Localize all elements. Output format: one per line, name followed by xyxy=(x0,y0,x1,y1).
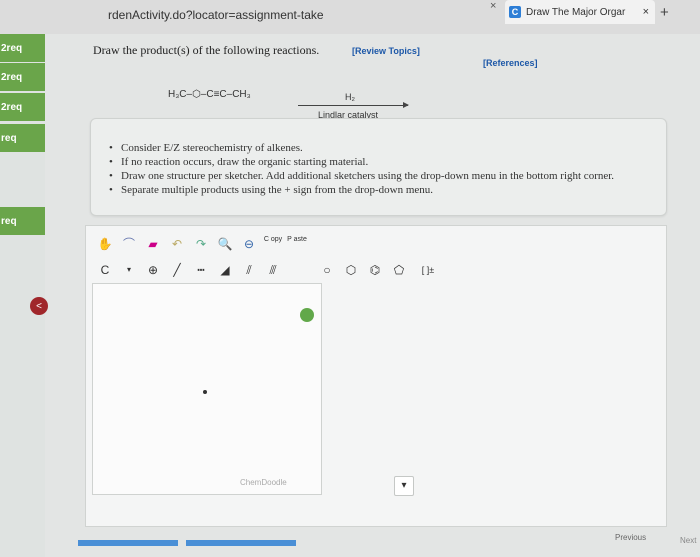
sidebar: 2req 2req 2req req req < xyxy=(0,34,48,557)
sidebar-item[interactable]: 2req xyxy=(0,34,45,62)
tab-close-icon[interactable]: × xyxy=(490,0,496,12)
sketcher-dropdown[interactable]: ▾ xyxy=(394,476,414,496)
reagent-label: H₂ xyxy=(345,92,355,102)
sidebar-item[interactable]: 2req xyxy=(0,63,45,91)
sidebar-item-label: req xyxy=(1,215,17,227)
sidebar-item-label: 2req xyxy=(1,71,23,83)
copy-button[interactable]: C opy xyxy=(263,236,283,252)
cengage-icon: C xyxy=(509,6,521,18)
sidebar-item[interactable]: 2req xyxy=(0,93,45,121)
instruction-item: Separate multiple products using the + s… xyxy=(109,183,614,197)
previous-button[interactable]: Previous xyxy=(615,533,646,542)
review-topics-link[interactable]: [Review Topics] xyxy=(352,46,420,56)
reactant-structure: H₃C–⬡–C≡C–CH₃ xyxy=(168,89,251,100)
instructions-box: Consider E/Z stereochemistry of alkenes.… xyxy=(90,118,667,216)
sketcher-toolbar-2: C ▾ ⊕ ╱ ┅ ◢ ⫽ ⫻ ○ ⬡ ⌬ ⬠ [ ]± xyxy=(95,262,447,278)
cyclopropane-icon[interactable]: ○ xyxy=(317,262,337,278)
paste-button[interactable]: P aste xyxy=(287,236,307,252)
cursor-dot xyxy=(203,390,207,394)
browser-tab[interactable]: C Draw The Major Orgar × xyxy=(505,0,655,24)
dashed-bond-icon[interactable]: ┅ xyxy=(191,262,211,278)
close-icon[interactable]: × xyxy=(643,6,649,18)
question-title: Draw the product(s) of the following rea… xyxy=(93,43,320,57)
next-button[interactable]: Next xyxy=(680,536,696,545)
triple-bond-icon[interactable]: ⫻ xyxy=(263,262,283,278)
element-button[interactable]: C xyxy=(95,262,115,278)
sketcher-toolbar: ✋ ⌒ ▰ ↶ ↷ 🔍 ⊖ C opy P aste xyxy=(95,236,311,252)
progress-bar xyxy=(186,540,296,546)
redo-icon[interactable]: ↷ xyxy=(191,236,211,252)
charge-plus-icon[interactable]: ⊕ xyxy=(143,262,163,278)
collapse-icon[interactable]: < xyxy=(30,297,48,315)
progress-bar xyxy=(78,540,178,546)
sidebar-item-label: req xyxy=(1,132,17,144)
zoom-in-icon[interactable]: 🔍 xyxy=(215,236,235,252)
instruction-item: Draw one structure per sketcher. Add add… xyxy=(109,169,614,183)
chevron-down-icon[interactable]: ▾ xyxy=(119,262,139,278)
address-bar[interactable]: rdenActivity.do?locator=assignment-take xyxy=(108,8,324,22)
instruction-item: If no reaction occurs, draw the organic … xyxy=(109,155,614,169)
zoom-out-icon[interactable]: ⊖ xyxy=(239,236,259,252)
sidebar-item-label: 2req xyxy=(1,101,23,113)
instruction-item: Consider E/Z stereochemistry of alkenes. xyxy=(109,141,614,155)
browser-toolbar: rdenActivity.do?locator=assignment-take … xyxy=(0,0,700,34)
sidebar-item[interactable]: req xyxy=(0,124,45,152)
check-icon[interactable] xyxy=(300,308,314,322)
cyclohexane-icon[interactable]: ⬡ xyxy=(341,262,361,278)
chemdoodle-watermark: ChemDoodle xyxy=(240,478,287,487)
benzene-icon[interactable]: ⌬ xyxy=(365,262,385,278)
new-tab-button[interactable]: + xyxy=(660,4,669,21)
sidebar-item-label: 2req xyxy=(1,42,23,54)
double-bond-icon[interactable]: ⫽ xyxy=(239,262,259,278)
undo-icon[interactable]: ↶ xyxy=(167,236,187,252)
hand-icon[interactable]: ✋ xyxy=(95,236,115,252)
single-bond-icon[interactable]: ╱ xyxy=(167,262,187,278)
eraser-icon[interactable]: ▰ xyxy=(143,236,163,252)
lasso-icon[interactable]: ⌒ xyxy=(119,236,139,252)
charge-bracket-icon[interactable]: [ ]± xyxy=(413,262,443,278)
references-link[interactable]: [References] xyxy=(483,58,538,68)
reaction-arrow xyxy=(298,102,409,108)
ring-dropdown-icon[interactable]: ⬠ xyxy=(389,262,409,278)
drawing-canvas[interactable] xyxy=(92,283,322,495)
tab-title: Draw The Major Orgar xyxy=(526,6,626,18)
sidebar-item[interactable]: req xyxy=(0,207,45,235)
wedge-bond-icon[interactable]: ◢ xyxy=(215,262,235,278)
